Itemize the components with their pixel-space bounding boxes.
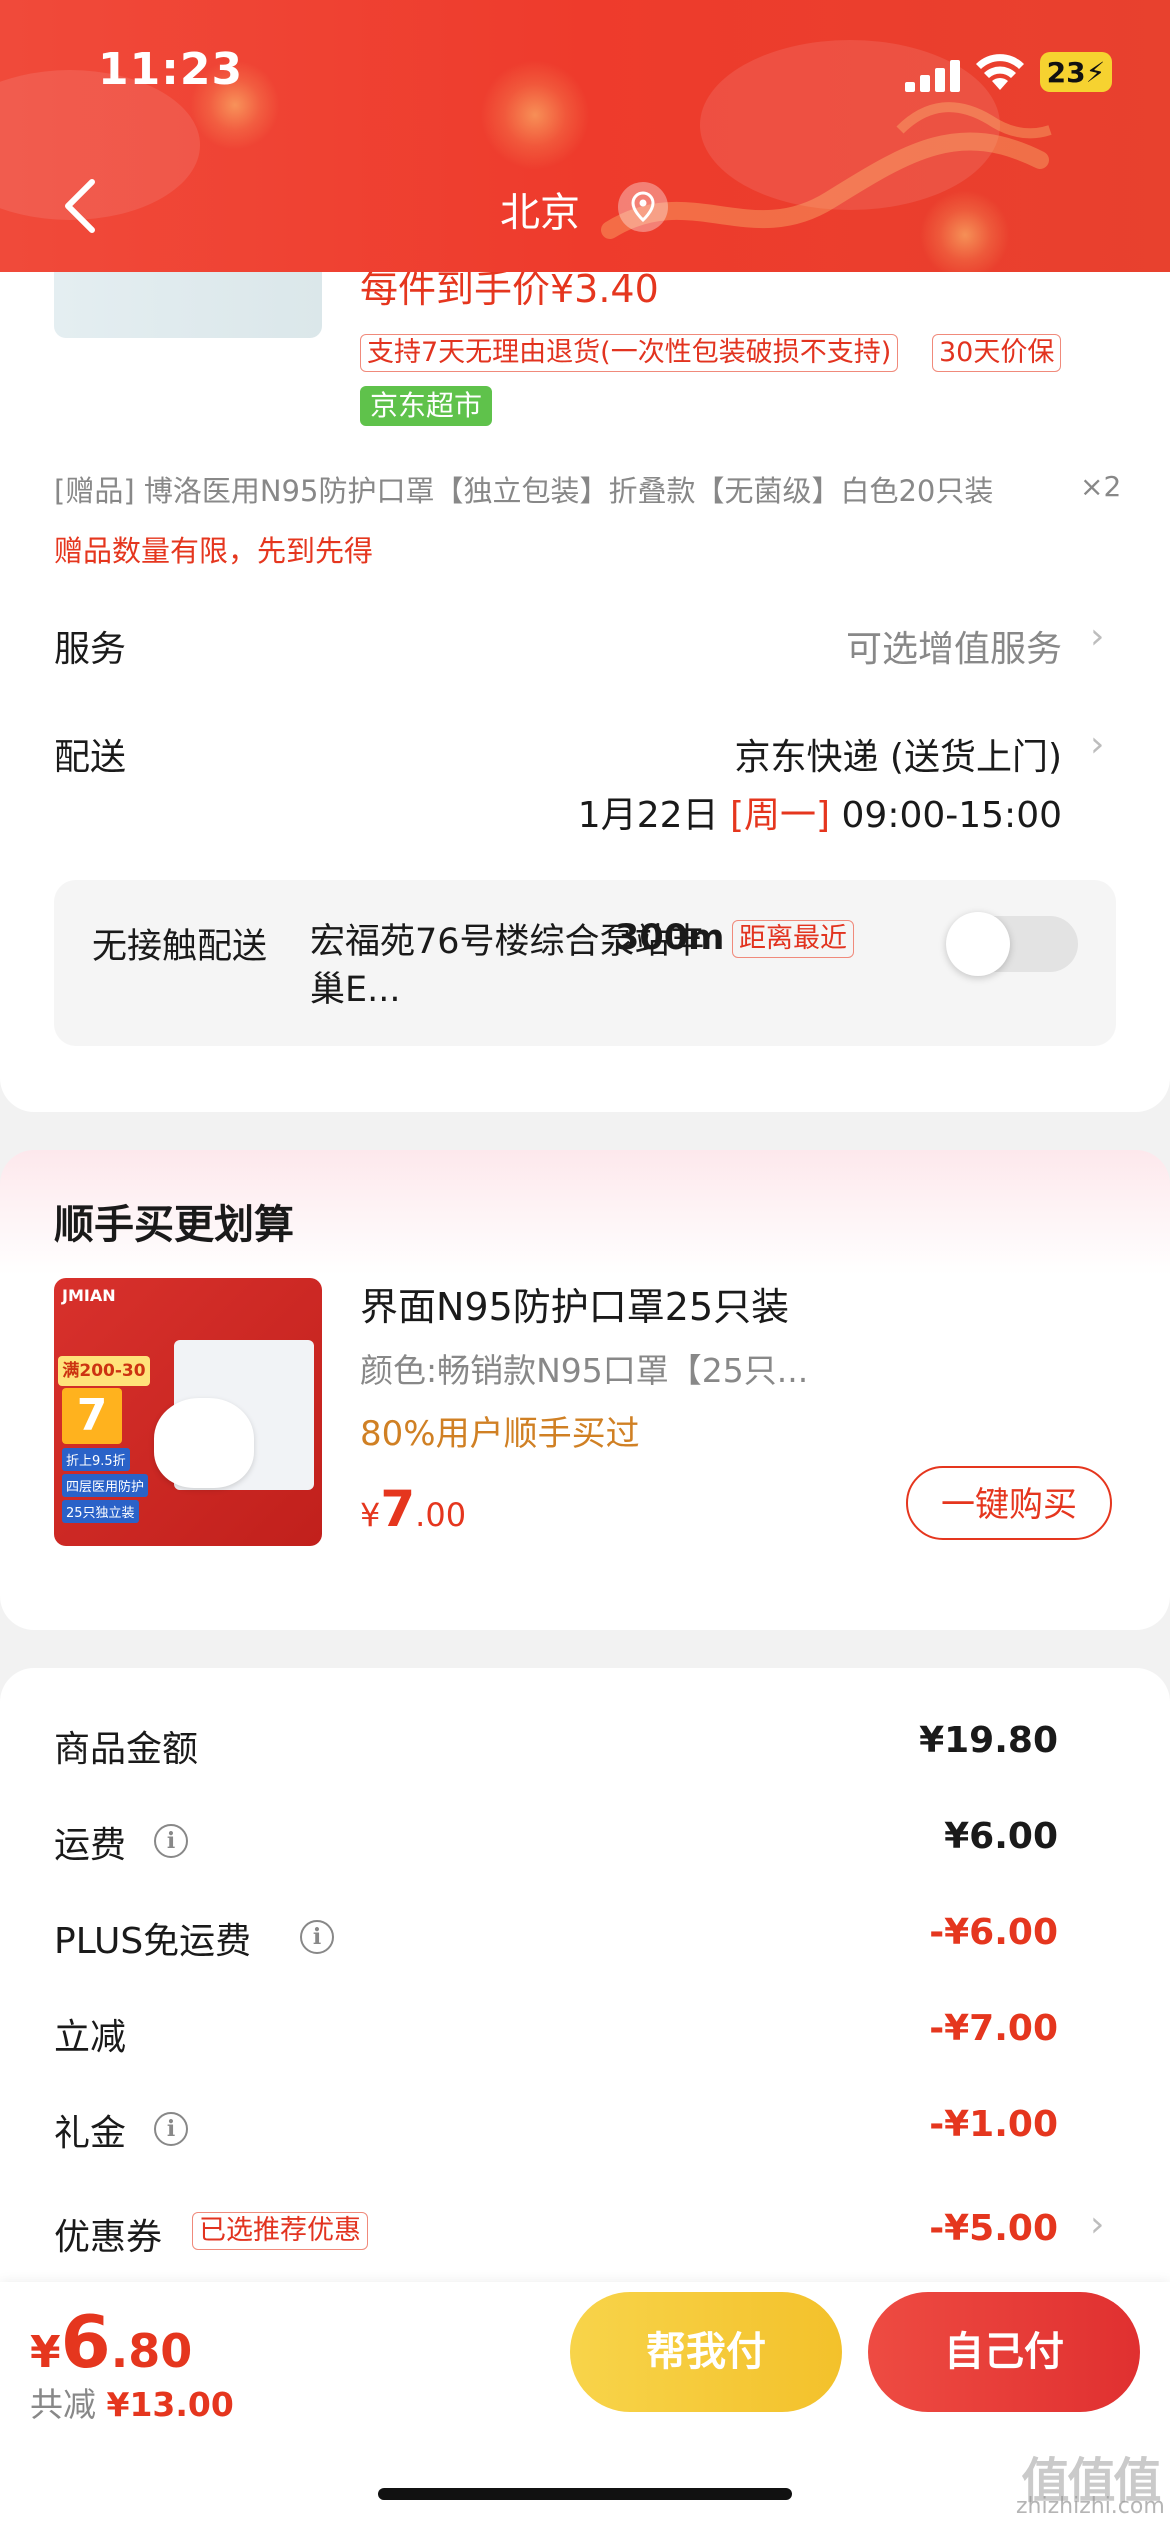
self-pay-button[interactable]: 自己付 [868, 2292, 1140, 2412]
total-int: 6 [60, 2300, 111, 2384]
contactless-label: 无接触配送 [92, 927, 268, 967]
toggle-knob[interactable] [946, 912, 1010, 976]
addon-image-line2: 四层医用防护 [62, 1474, 149, 1497]
addon-image-promo: 满200-30 [58, 1356, 150, 1386]
coupon-label: 优惠券 [54, 2217, 163, 2258]
delivery-weekday: [周一] [729, 795, 831, 836]
watermark-site: zhizhizhi.com [1016, 2494, 1165, 2519]
product-thumbnail[interactable] [54, 272, 322, 338]
locker-distance: 300m [615, 918, 725, 958]
delivery-label: 配送 [54, 737, 127, 778]
site-watermark: 值值值 zhizhizhi.com [1016, 2453, 1165, 2520]
plus-free-shipping-label: PLUS免运费 [54, 1921, 252, 1962]
addon-product-variant: 颜色:畅销款N95口罩【25只... [360, 1351, 809, 1390]
info-icon[interactable]: i [154, 1824, 188, 1858]
price-protect-tag: 30天价保 [932, 334, 1062, 372]
info-icon[interactable]: i [300, 1920, 334, 1954]
location-pin-icon[interactable] [618, 182, 668, 232]
service-value[interactable]: 可选增值服务 [846, 620, 1062, 672]
delivery-time[interactable]: 1月22日 [周一] 09:00-15:00 [578, 786, 1062, 838]
header-bar: 11:23 23 ⚡ 北京 [0, 0, 1170, 272]
addon-image-line3: 25只独立装 [62, 1500, 139, 1523]
return-policy-tag: 支持7天无理由退货(一次性包装破损不支持) [360, 334, 899, 372]
addon-image-brand: JMIAN [62, 1286, 116, 1305]
one-click-buy-button[interactable]: 一键购买 [906, 1466, 1112, 1540]
gift-money-value: -¥1.00 [929, 2104, 1058, 2145]
chevron-right-icon[interactable]: › [1090, 2204, 1104, 2245]
addon-image-big: 7 [62, 1388, 122, 1444]
subtotal-label: 商品金额 [54, 1729, 199, 1770]
help-pay-button[interactable]: 帮我付 [570, 2292, 842, 2412]
delivery-date: 1月22日 [577, 795, 719, 836]
nearest-tag: 距离最近 [732, 920, 854, 958]
addon-product-image[interactable]: JMIAN 满200-30 7 折上9.5折 四层医用防护 25只独立装 [54, 1278, 322, 1546]
total-currency: ¥ [30, 2327, 61, 2378]
store-tag: 京东超市 [360, 386, 493, 426]
instant-discount-value: -¥7.00 [929, 2008, 1058, 2049]
firework-decoration [480, 60, 590, 170]
chevron-right-icon[interactable]: › [1090, 616, 1104, 657]
addon-social-proof: 80%用户顺手买过 [360, 1414, 640, 1454]
info-icon[interactable]: i [154, 2112, 188, 2146]
back-arrow-icon[interactable] [58, 176, 102, 236]
addon-price-dec: .00 [415, 1496, 467, 1534]
wifi-icon [976, 54, 1024, 90]
status-time: 11:23 [98, 44, 244, 95]
addon-image-line1: 折上9.5折 [62, 1448, 130, 1471]
location-title[interactable]: 北京 [500, 180, 580, 238]
home-indicator[interactable] [378, 2488, 792, 2500]
addon-price: ¥7.00 [360, 1480, 466, 1538]
discount-label: 共减 [30, 2385, 96, 2424]
addon-section-title: 顺手买更划算 [54, 1202, 294, 1248]
watermark-logo: 值值值 [1021, 2453, 1161, 2509]
gift-money-label: 礼金 [54, 2113, 127, 2154]
battery-level: 23 [1046, 55, 1086, 89]
cellular-signal-icon [905, 60, 960, 92]
delivery-method[interactable]: 京东快递 (送货上门) [734, 728, 1062, 780]
gift-quantity: ×2 [1080, 470, 1122, 503]
addon-price-int: 7 [380, 1480, 416, 1538]
subtotal-value: ¥19.80 [919, 1720, 1058, 1761]
total-price: ¥6.80 [30, 2300, 192, 2384]
total-discount: 共减 ¥13.00 [30, 2378, 234, 2426]
plus-free-shipping-value: -¥6.00 [929, 1912, 1058, 1953]
mask-graphic [154, 1398, 254, 1488]
coupon-value[interactable]: -¥5.00 [929, 2208, 1058, 2249]
service-label: 服务 [54, 629, 127, 670]
addon-product-name[interactable]: 界面N95防护口罩25只装 [360, 1276, 789, 1331]
discount-value: ¥13.00 [106, 2385, 234, 2424]
shipping-value: ¥6.00 [944, 1816, 1058, 1857]
total-dec: .80 [110, 2324, 193, 2378]
coupon-tag[interactable]: 已选推荐优惠 [192, 2212, 368, 2250]
shipping-label: 运费 [54, 1825, 127, 1866]
gift-item-text: [赠品] 博洛医用N95防护口罩【独立包装】折叠款【无菌级】白色20只装 [54, 474, 994, 508]
chevron-right-icon[interactable]: › [1090, 724, 1104, 765]
addon-price-currency: ¥ [360, 1496, 381, 1534]
delivery-window: 09:00-15:00 [841, 795, 1062, 836]
instant-discount-label: 立减 [54, 2017, 127, 2058]
battery-icon: 23 ⚡ [1040, 52, 1112, 92]
gift-note: 赠品数量有限，先到先得 [54, 534, 374, 568]
